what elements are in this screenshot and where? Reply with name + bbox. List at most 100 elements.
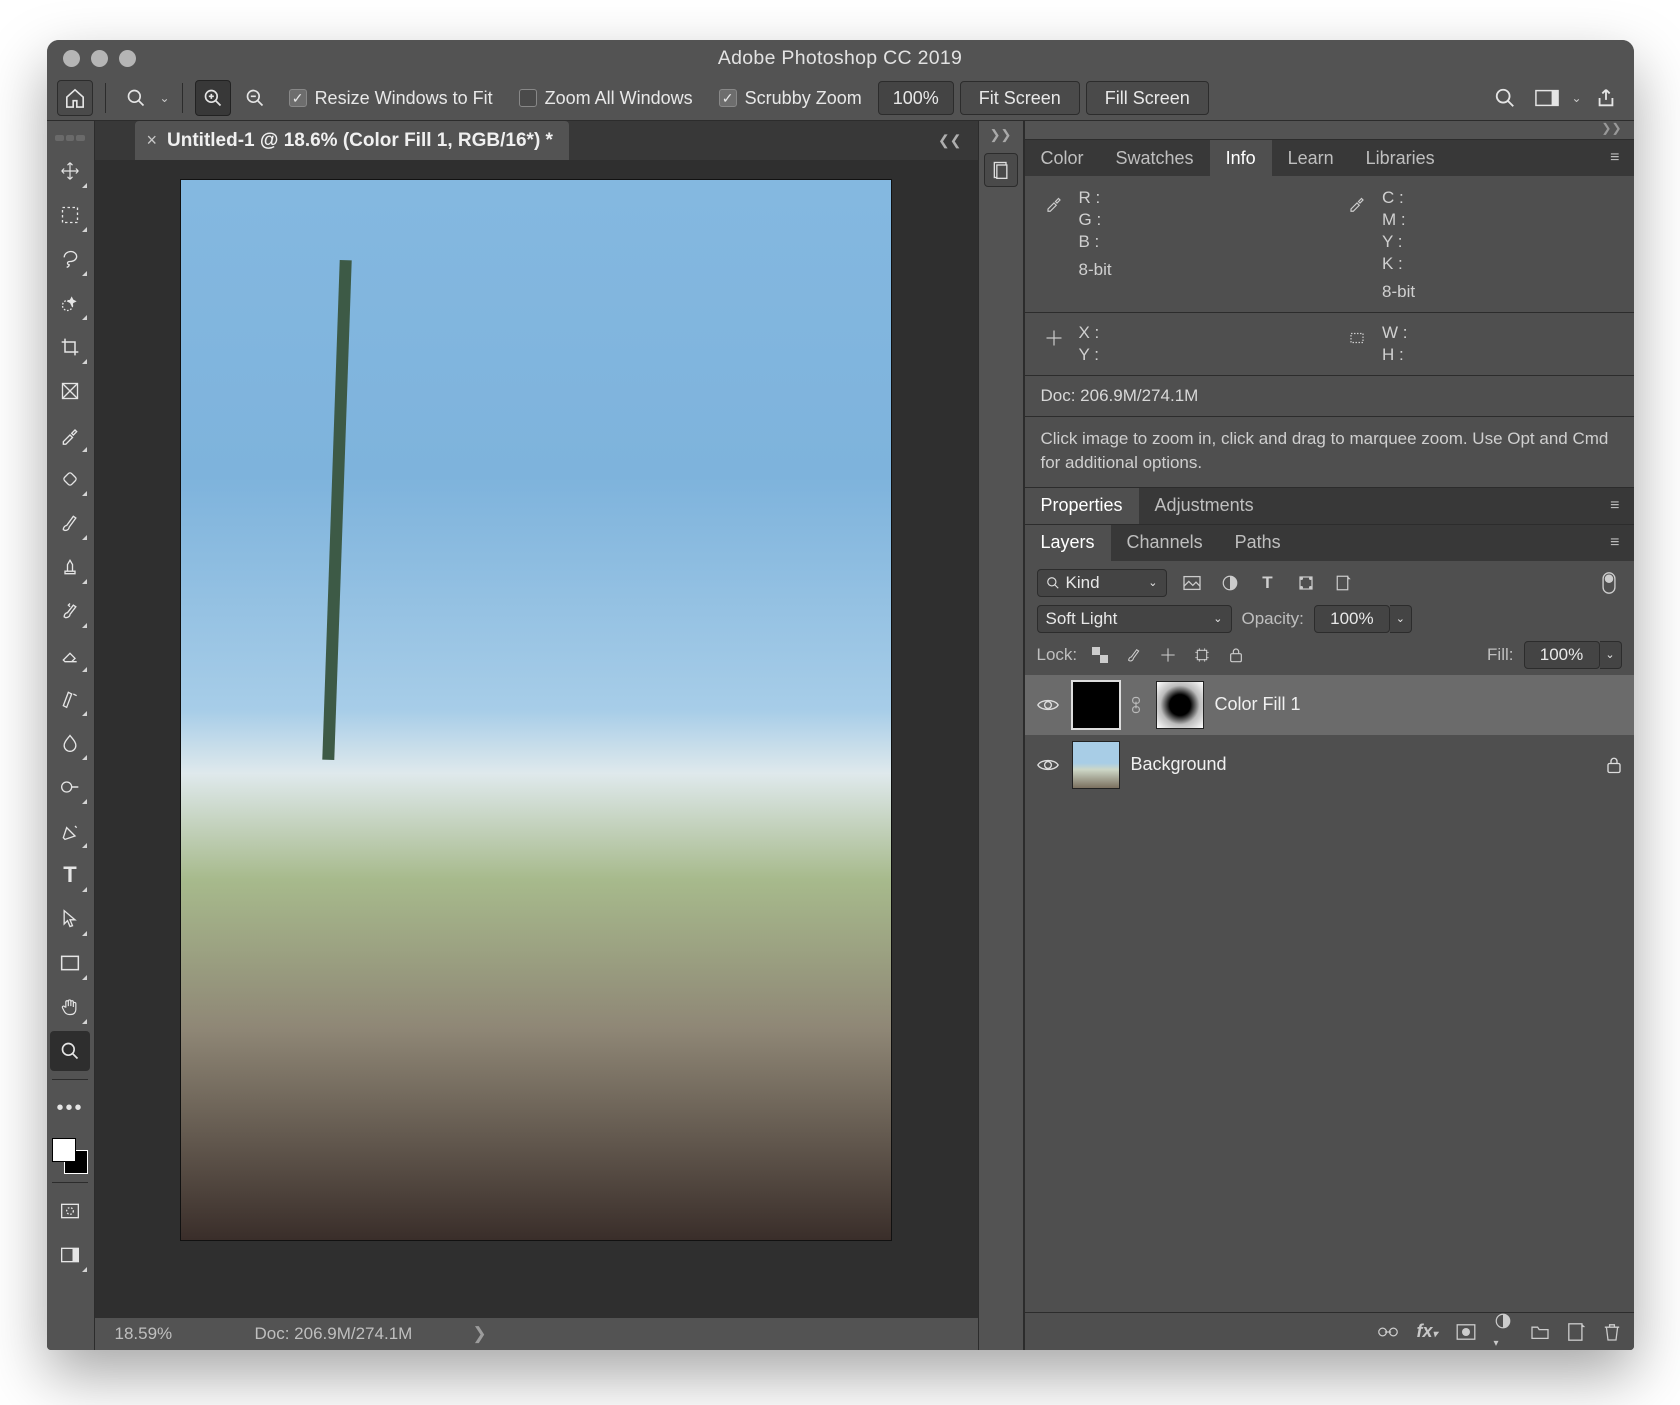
edit-toolbar-button[interactable]: •••	[50, 1088, 90, 1128]
delete-layer-icon[interactable]	[1604, 1322, 1620, 1342]
new-adjustment-layer-icon[interactable]: ▾	[1494, 1312, 1512, 1350]
filter-shape-icon[interactable]	[1293, 570, 1319, 596]
quick-selection-tool[interactable]	[50, 283, 90, 323]
close-tab-icon[interactable]: ×	[147, 130, 158, 151]
history-brush-tool[interactable]	[50, 591, 90, 631]
scrubby-zoom-checkbox[interactable]: ✓ Scrubby Zoom	[709, 88, 872, 109]
eraser-tool[interactable]	[50, 635, 90, 675]
screen-mode-button[interactable]	[50, 1235, 90, 1275]
opacity-field[interactable]: 100%	[1314, 605, 1390, 633]
collapse-left-icon[interactable]: ❮❮	[922, 132, 977, 149]
document-info-readout[interactable]: Doc: 206.9M/274.1M	[215, 1324, 413, 1344]
tab-channels[interactable]: Channels	[1111, 525, 1219, 561]
brush-tool[interactable]	[50, 503, 90, 543]
status-bar-menu-icon[interactable]: ❯	[472, 1324, 486, 1344]
hand-tool[interactable]	[50, 987, 90, 1027]
foreground-color-swatch[interactable]	[52, 1138, 76, 1162]
healing-brush-tool[interactable]	[50, 459, 90, 499]
panel-menu-icon[interactable]: ≡	[1596, 488, 1633, 524]
layer-fill-thumbnail[interactable]	[1073, 682, 1119, 728]
resize-windows-checkbox[interactable]: ✓ Resize Windows to Fit	[279, 88, 503, 109]
zoom-level-field[interactable]: 18.59%	[95, 1324, 215, 1344]
tab-info[interactable]: Info	[1210, 140, 1272, 176]
fill-field[interactable]: 100%	[1524, 641, 1600, 669]
blur-tool[interactable]	[50, 723, 90, 763]
blend-mode-dropdown[interactable]: Soft Light ⌄	[1037, 605, 1232, 633]
zoom-tool[interactable]	[50, 1031, 90, 1071]
workspace-switcher-button[interactable]	[1529, 80, 1565, 116]
tab-swatches[interactable]: Swatches	[1100, 140, 1210, 176]
new-layer-icon[interactable]	[1568, 1323, 1586, 1341]
zoom-in-button[interactable]	[195, 80, 231, 116]
home-button[interactable]	[57, 80, 93, 116]
layer-locked-icon[interactable]	[1606, 756, 1622, 774]
layer-row[interactable]: Color Fill 1	[1025, 675, 1634, 735]
layer-filter-kind-dropdown[interactable]: Kind ⌄	[1037, 569, 1167, 597]
fill-dropdown-icon[interactable]: ⌄	[1600, 641, 1622, 669]
tab-layers[interactable]: Layers	[1025, 525, 1111, 561]
fit-screen-button[interactable]: Fit Screen	[960, 81, 1080, 115]
dodge-tool[interactable]	[50, 767, 90, 807]
add-mask-icon[interactable]	[1456, 1324, 1476, 1340]
tool-preset-zoom-icon[interactable]	[118, 80, 154, 116]
link-layers-icon[interactable]	[1378, 1326, 1398, 1338]
zoom-out-button[interactable]	[237, 80, 273, 116]
crop-tool[interactable]	[50, 327, 90, 367]
zoom-percentage-field[interactable]: 100%	[878, 81, 954, 115]
pen-tool[interactable]	[50, 811, 90, 851]
marquee-tool[interactable]	[50, 195, 90, 235]
layer-visibility-icon[interactable]	[1037, 757, 1061, 773]
zoom-all-windows-checkbox[interactable]: Zoom All Windows	[509, 88, 703, 109]
panel-menu-icon[interactable]: ≡	[1596, 525, 1633, 561]
layer-mask-link-icon[interactable]	[1131, 696, 1145, 714]
canvas-image[interactable]	[181, 180, 891, 1240]
layer-visibility-icon[interactable]	[1037, 697, 1061, 713]
rectangle-tool[interactable]	[50, 943, 90, 983]
history-panel-icon[interactable]	[984, 153, 1018, 187]
share-button[interactable]	[1588, 80, 1624, 116]
tab-color[interactable]: Color	[1025, 140, 1100, 176]
frame-tool[interactable]	[50, 371, 90, 411]
expand-dock-icon[interactable]: ❯❯	[990, 127, 1012, 143]
tab-adjustments[interactable]: Adjustments	[1139, 488, 1270, 524]
document-tab[interactable]: × Untitled-1 @ 18.6% (Color Fill 1, RGB/…	[135, 121, 569, 160]
move-tool[interactable]	[50, 151, 90, 191]
toolbox-grip[interactable]	[55, 135, 85, 141]
path-selection-tool[interactable]	[50, 899, 90, 939]
tab-properties[interactable]: Properties	[1025, 488, 1139, 524]
lock-artboard-icon[interactable]	[1189, 643, 1215, 667]
quick-mask-button[interactable]	[50, 1191, 90, 1231]
lock-image-icon[interactable]	[1121, 643, 1147, 667]
layer-mask-thumbnail[interactable]	[1157, 682, 1203, 728]
clone-stamp-tool[interactable]	[50, 547, 90, 587]
tab-libraries[interactable]: Libraries	[1350, 140, 1451, 176]
filter-toggle-switch[interactable]	[1596, 570, 1622, 596]
lock-all-icon[interactable]	[1223, 643, 1249, 667]
fill-screen-button[interactable]: Fill Screen	[1086, 81, 1209, 115]
layer-thumbnail[interactable]	[1073, 742, 1119, 788]
lasso-tool[interactable]	[50, 239, 90, 279]
search-button[interactable]	[1487, 80, 1523, 116]
layer-name[interactable]: Background	[1131, 754, 1227, 775]
layer-row[interactable]: Background	[1025, 735, 1634, 795]
layer-name[interactable]: Color Fill 1	[1215, 694, 1301, 715]
new-group-icon[interactable]	[1530, 1324, 1550, 1340]
lock-position-icon[interactable]	[1155, 643, 1181, 667]
tool-preset-dropdown-icon[interactable]: ⌄	[160, 91, 170, 105]
collapse-panels-icon[interactable]: ❯❯	[1025, 121, 1634, 139]
opacity-dropdown-icon[interactable]: ⌄	[1390, 605, 1412, 633]
filter-adjustment-icon[interactable]	[1217, 570, 1243, 596]
workspace-dropdown-icon[interactable]: ⌄	[1571, 91, 1581, 105]
lock-transparency-icon[interactable]	[1087, 643, 1113, 667]
tab-learn[interactable]: Learn	[1272, 140, 1350, 176]
tab-paths[interactable]: Paths	[1219, 525, 1297, 561]
filter-smartobject-icon[interactable]	[1331, 570, 1357, 596]
filter-type-icon[interactable]: T	[1255, 570, 1281, 596]
gradient-tool[interactable]	[50, 679, 90, 719]
filter-pixel-icon[interactable]	[1179, 570, 1205, 596]
panel-menu-icon[interactable]: ≡	[1596, 140, 1633, 176]
eyedropper-tool[interactable]	[50, 415, 90, 455]
foreground-background-colors[interactable]	[52, 1138, 88, 1174]
layer-style-icon[interactable]: fx▾	[1416, 1321, 1437, 1342]
type-tool[interactable]: T	[50, 855, 90, 895]
